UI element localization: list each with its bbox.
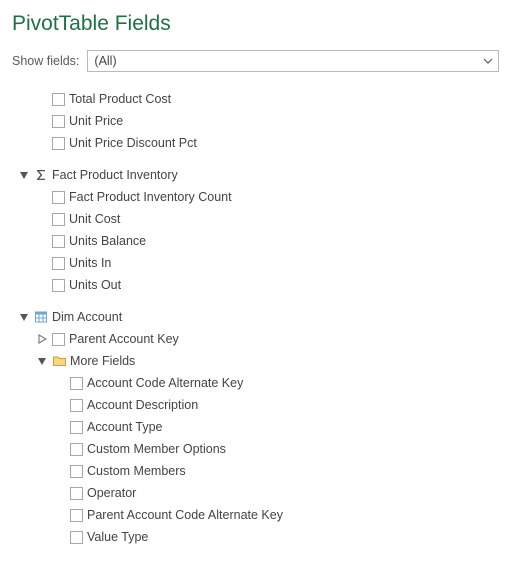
field-label: Parent Account Key xyxy=(69,332,179,346)
field-label: Units In xyxy=(69,256,111,270)
field-checkbox[interactable] xyxy=(52,333,65,346)
field-checkbox[interactable] xyxy=(70,531,83,544)
field-row: Units In xyxy=(18,252,499,274)
field-checkbox[interactable] xyxy=(70,487,83,500)
field-checkbox[interactable] xyxy=(52,191,65,204)
field-checkbox[interactable] xyxy=(52,115,65,128)
group-label: Fact Product Inventory xyxy=(52,168,178,182)
expand-spacer xyxy=(54,509,66,521)
field-checkbox[interactable] xyxy=(70,509,83,522)
field-row: Account Code Alternate Key xyxy=(18,372,499,394)
field-row: Value Type xyxy=(18,526,499,548)
expand-spacer xyxy=(36,115,48,127)
field-label: Units Out xyxy=(69,278,121,292)
field-label: Total Product Cost xyxy=(69,92,171,106)
field-row: Fact Product Inventory Count xyxy=(18,186,499,208)
expand-spacer xyxy=(36,257,48,269)
field-row: Unit Price Discount Pct xyxy=(18,132,499,154)
expand-icon[interactable] xyxy=(36,333,48,345)
field-checkbox[interactable] xyxy=(52,213,65,226)
field-row: Account Type xyxy=(18,416,499,438)
field-label: Account Code Alternate Key xyxy=(87,376,243,390)
folder-label: More Fields xyxy=(70,354,135,368)
select-value: (All) xyxy=(94,54,116,68)
expand-spacer xyxy=(36,93,48,105)
group-label: Dim Account xyxy=(52,310,122,324)
field-label: Custom Members xyxy=(87,464,186,478)
field-checkbox[interactable] xyxy=(70,377,83,390)
table-icon xyxy=(34,310,48,324)
field-label: Unit Price xyxy=(69,114,123,128)
field-label: Custom Member Options xyxy=(87,442,226,456)
field-row: Unit Price xyxy=(18,110,499,132)
sigma-icon xyxy=(34,168,48,182)
expand-spacer xyxy=(54,421,66,433)
expand-spacer xyxy=(54,465,66,477)
field-label: Unit Price Discount Pct xyxy=(69,136,197,150)
hierarchy-row: Parent Account Key xyxy=(18,328,499,350)
expand-spacer xyxy=(54,487,66,499)
field-checkbox[interactable] xyxy=(52,137,65,150)
pivot-fields-panel: PivotTable Fields Show fields: (All) Tot… xyxy=(0,0,511,564)
field-row: Units Out xyxy=(18,274,499,296)
field-row: Custom Members xyxy=(18,460,499,482)
expand-spacer xyxy=(36,279,48,291)
group-header-dim-account[interactable]: Dim Account xyxy=(18,306,499,328)
collapse-icon[interactable] xyxy=(18,169,30,181)
expand-spacer xyxy=(54,443,66,455)
field-label: Value Type xyxy=(87,530,148,544)
field-row: Parent Account Code Alternate Key xyxy=(18,504,499,526)
collapse-icon[interactable] xyxy=(36,355,48,367)
field-row: Operator xyxy=(18,482,499,504)
field-checkbox[interactable] xyxy=(52,279,65,292)
field-row: Total Product Cost xyxy=(18,88,499,110)
field-label: Units Balance xyxy=(69,234,146,248)
field-label: Operator xyxy=(87,486,136,500)
group-header-fact-product-inventory[interactable]: Fact Product Inventory xyxy=(18,164,499,186)
field-row: Unit Cost xyxy=(18,208,499,230)
show-fields-select[interactable]: (All) xyxy=(87,50,499,72)
expand-spacer xyxy=(54,377,66,389)
expand-spacer xyxy=(36,191,48,203)
expand-spacer xyxy=(54,399,66,411)
filter-row: Show fields: (All) xyxy=(12,50,499,72)
field-label: Parent Account Code Alternate Key xyxy=(87,508,283,522)
field-row: Custom Member Options xyxy=(18,438,499,460)
field-row: Units Balance xyxy=(18,230,499,252)
field-checkbox[interactable] xyxy=(52,257,65,270)
filter-label: Show fields: xyxy=(12,54,79,68)
expand-spacer xyxy=(54,531,66,543)
folder-icon xyxy=(52,354,66,368)
panel-title: PivotTable Fields xyxy=(12,12,499,36)
field-checkbox[interactable] xyxy=(70,443,83,456)
expand-spacer xyxy=(36,235,48,247)
collapse-icon[interactable] xyxy=(18,311,30,323)
field-checkbox[interactable] xyxy=(52,93,65,106)
expand-spacer xyxy=(36,213,48,225)
folder-row-more-fields[interactable]: More Fields xyxy=(18,350,499,372)
field-checkbox[interactable] xyxy=(70,421,83,434)
field-label: Account Description xyxy=(87,398,198,412)
field-label: Account Type xyxy=(87,420,163,434)
field-checkbox[interactable] xyxy=(70,399,83,412)
expand-spacer xyxy=(36,137,48,149)
field-tree: Total Product Cost Unit Price Unit Price… xyxy=(12,88,499,548)
field-label: Fact Product Inventory Count xyxy=(69,190,232,204)
chevron-down-icon xyxy=(480,53,496,69)
field-checkbox[interactable] xyxy=(52,235,65,248)
field-checkbox[interactable] xyxy=(70,465,83,478)
field-row: Account Description xyxy=(18,394,499,416)
field-label: Unit Cost xyxy=(69,212,120,226)
